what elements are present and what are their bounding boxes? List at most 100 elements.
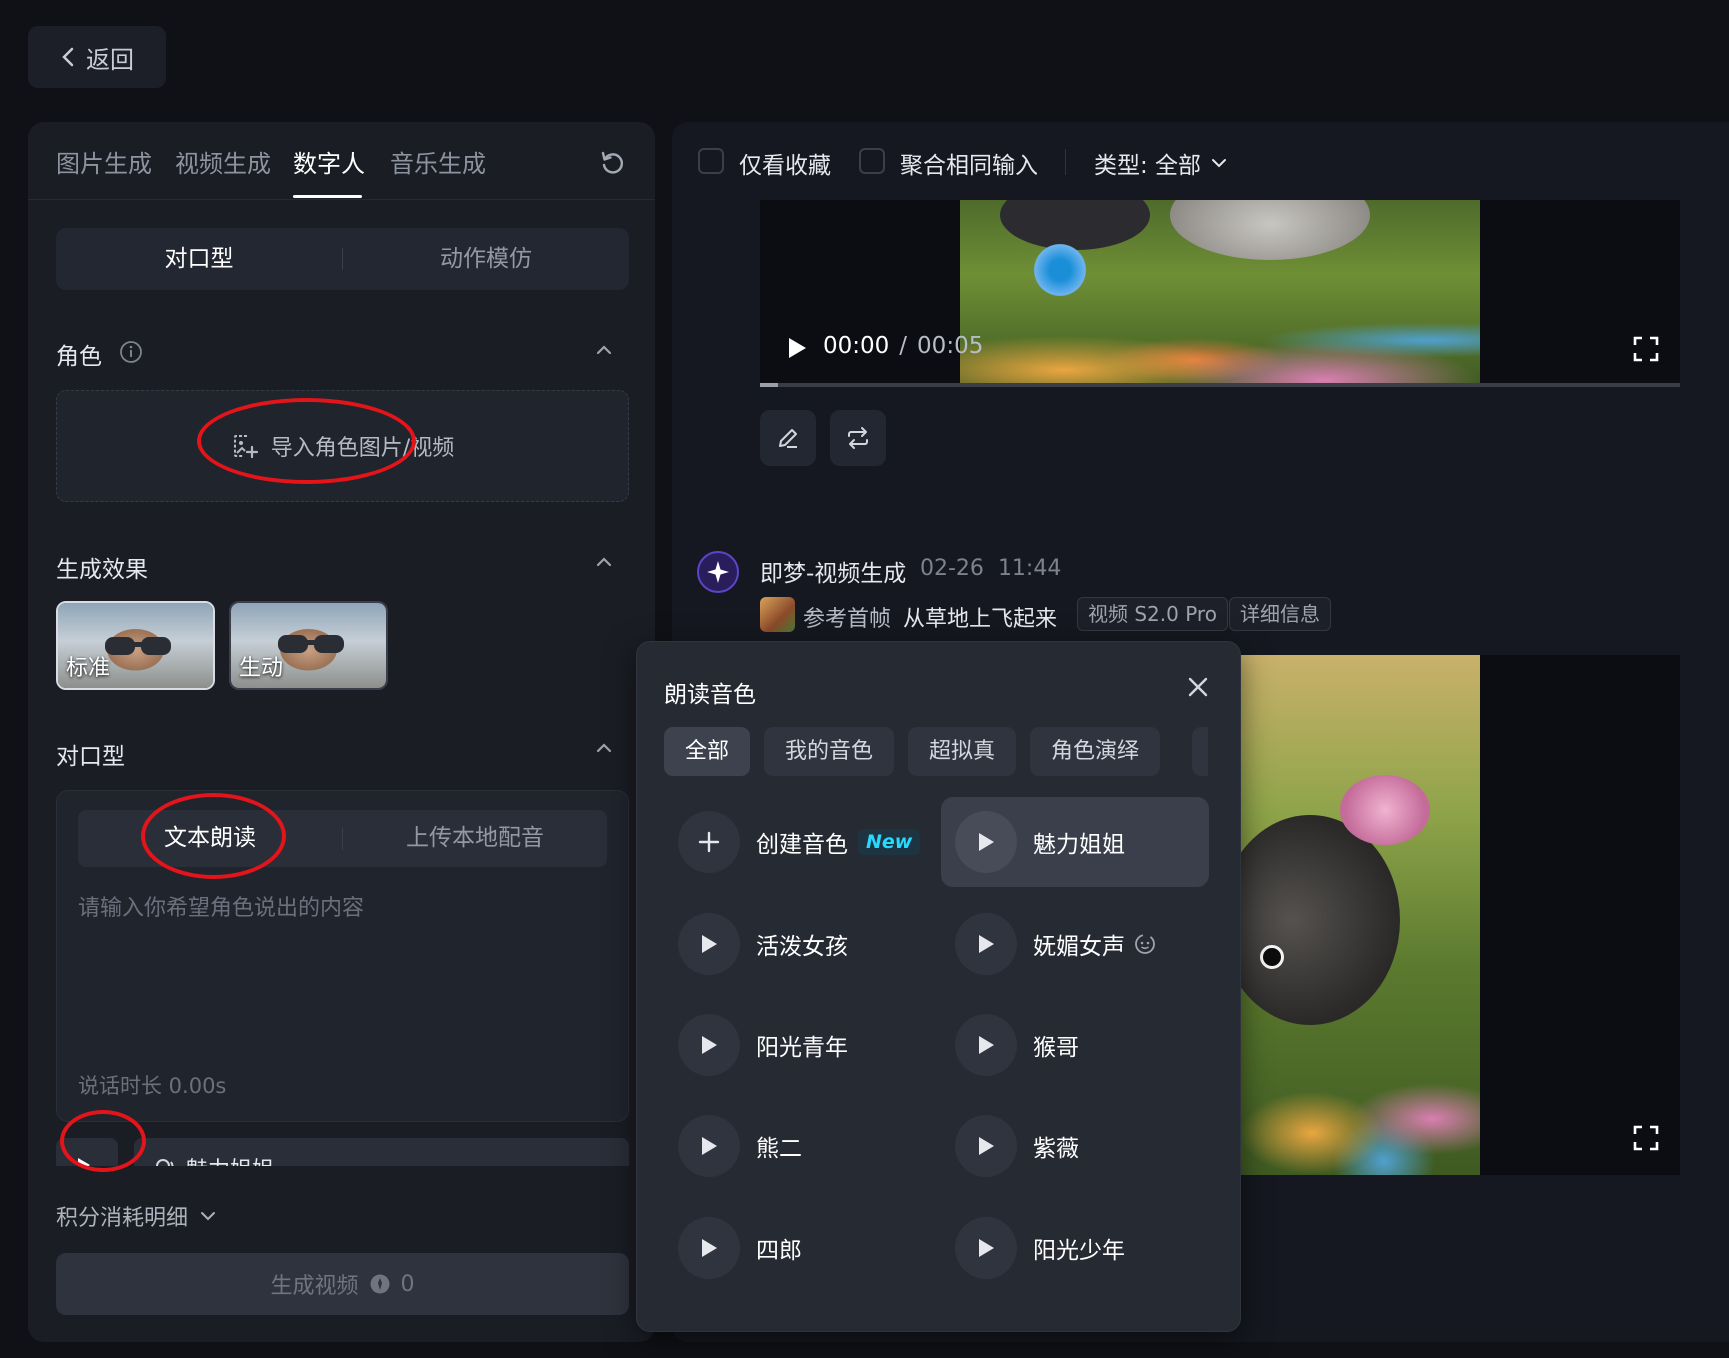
new-badge: New xyxy=(858,829,921,855)
role-section-title: 角色 xyxy=(56,344,102,370)
voice-item[interactable]: 紫薇 xyxy=(941,1101,1209,1191)
fullscreen-icon[interactable] xyxy=(1633,336,1659,362)
voice-item[interactable]: 活泼女孩 xyxy=(664,899,932,989)
voice-play-button[interactable] xyxy=(955,1014,1017,1076)
goggles-icon xyxy=(278,635,344,653)
favorites-checkbox[interactable] xyxy=(698,148,724,174)
goggles-icon xyxy=(105,637,171,655)
collapse-lip-icon[interactable] xyxy=(593,737,615,759)
chip-overflow[interactable] xyxy=(1192,727,1208,776)
refresh-icon[interactable] xyxy=(598,148,628,178)
reference-frame-label: 参考首帧 xyxy=(803,607,892,632)
play-icon xyxy=(702,1036,717,1054)
chip-all[interactable]: 全部 xyxy=(664,727,751,776)
voice-item-selected[interactable]: 魅力姐姐 xyxy=(941,797,1209,887)
merge-label: 聚合相同输入 xyxy=(900,153,1038,179)
voice-item[interactable]: 四郎 xyxy=(664,1203,932,1293)
reference-frame-thumbnail[interactable] xyxy=(760,597,795,632)
flower-field xyxy=(1240,1035,1480,1175)
play-icon xyxy=(702,1137,717,1155)
voice-play-button[interactable] xyxy=(955,1217,1017,1279)
voice-play-button[interactable] xyxy=(678,913,740,975)
merge-checkbox[interactable] xyxy=(859,148,885,174)
regenerate-button[interactable] xyxy=(830,410,886,466)
mode-lip-sync[interactable]: 对口型 xyxy=(56,228,342,290)
effect-standard-card[interactable]: 标准 xyxy=(56,601,215,690)
type-filter-dropdown[interactable]: 类型: 全部 xyxy=(1094,146,1229,180)
annotation-circle xyxy=(141,793,286,879)
chip-role-play[interactable]: 角色演绎 xyxy=(1030,727,1161,776)
video-player-1[interactable]: 00:00 / 00:05 xyxy=(760,200,1680,387)
app-avatar xyxy=(697,551,739,593)
info-icon[interactable] xyxy=(119,340,143,364)
video-progress-track[interactable] xyxy=(760,383,1680,387)
tab-music-gen[interactable]: 音乐生成 xyxy=(390,144,486,179)
back-label: 返回 xyxy=(86,45,134,74)
plus-icon xyxy=(698,831,720,853)
generate-label: 生成视频 xyxy=(270,1274,359,1299)
play-icon xyxy=(702,935,717,953)
effect-vivid-label: 生动 xyxy=(239,656,284,681)
generate-video-button[interactable]: 生成视频 0 xyxy=(56,1253,629,1315)
tab-image-gen[interactable]: 图片生成 xyxy=(56,144,152,179)
speech-text-input[interactable]: 请输入你希望角色说出的内容 xyxy=(78,890,364,922)
tab-digital-human[interactable]: 数字人 xyxy=(293,144,365,179)
mode-motion-imitate[interactable]: 动作模仿 xyxy=(343,228,629,290)
generate-cost: 0 xyxy=(400,1271,415,1297)
fullscreen-icon[interactable] xyxy=(1633,1125,1659,1151)
close-icon[interactable] xyxy=(1186,675,1210,699)
create-voice-label: 创建音色 xyxy=(756,832,848,858)
voice-item[interactable]: 妩媚女声 xyxy=(941,899,1209,989)
voice-wave-icon xyxy=(156,1159,174,1166)
speech-duration: 说话时长 0.00s xyxy=(78,1074,227,1098)
current-time: 00:00 xyxy=(823,333,890,359)
voice-item[interactable]: 猴哥 xyxy=(941,1000,1209,1090)
play-icon xyxy=(979,833,994,851)
play-icon xyxy=(979,1239,994,1257)
voice-play-button[interactable] xyxy=(955,811,1017,873)
collapse-role-icon[interactable] xyxy=(593,339,615,361)
pencil-icon xyxy=(779,429,797,448)
tab-video-gen[interactable]: 视频生成 xyxy=(175,144,271,179)
message-date: 02-26 xyxy=(920,556,984,581)
video-frame xyxy=(960,200,1480,387)
chip-ultra-real[interactable]: 超拟真 xyxy=(908,727,1017,776)
edit-button[interactable] xyxy=(760,410,816,466)
video-frame xyxy=(1240,655,1480,1175)
play-icon[interactable] xyxy=(786,336,808,360)
chip-my-voices[interactable]: 我的音色 xyxy=(764,727,895,776)
detail-info-badge[interactable]: 详细信息 xyxy=(1229,597,1331,631)
bug-eye xyxy=(1260,945,1284,969)
tab-bar: 图片生成 视频生成 数字人 音乐生成 xyxy=(28,122,655,200)
divider xyxy=(1065,149,1066,175)
divider xyxy=(56,1166,629,1170)
voice-play-button[interactable] xyxy=(955,1115,1017,1177)
chevron-down-icon xyxy=(1212,159,1227,168)
voice-name: 四郎 xyxy=(756,1238,802,1264)
play-icon xyxy=(702,1239,717,1257)
points-label: 积分消耗明细 xyxy=(56,1206,189,1231)
create-voice-button[interactable]: 创建音色 New xyxy=(664,797,932,887)
voice-item[interactable]: 熊二 xyxy=(664,1101,932,1191)
video-player-2[interactable] xyxy=(1240,655,1680,1175)
points-detail-toggle[interactable]: 积分消耗明细 xyxy=(56,1200,218,1232)
voice-name: 阳光青年 xyxy=(756,1035,848,1061)
message-title: 即梦-视频生成 xyxy=(760,561,907,587)
tab-upload-audio[interactable]: 上传本地配音 xyxy=(343,810,607,867)
type-filter-label: 类型: 全部 xyxy=(1094,153,1202,179)
chevron-left-icon xyxy=(62,47,74,67)
voice-item[interactable]: 阳光青年 xyxy=(664,1000,932,1090)
annotation-circle xyxy=(60,1110,146,1172)
voice-play-button[interactable] xyxy=(678,1014,740,1076)
voice-play-button[interactable] xyxy=(955,913,1017,975)
back-button[interactable]: 返回 xyxy=(28,26,166,88)
voice-play-button[interactable] xyxy=(678,1115,740,1177)
voice-item[interactable]: 阳光少年 xyxy=(941,1203,1209,1293)
total-time: 00:05 xyxy=(917,333,984,359)
credit-icon xyxy=(370,1274,389,1294)
voice-dropdown[interactable]: 魅力姐姐 xyxy=(134,1138,629,1166)
voice-play-button[interactable] xyxy=(678,1217,740,1279)
message-time: 11:44 xyxy=(997,556,1062,581)
collapse-effect-icon[interactable] xyxy=(593,551,615,573)
effect-vivid-card[interactable]: 生动 xyxy=(229,601,388,690)
